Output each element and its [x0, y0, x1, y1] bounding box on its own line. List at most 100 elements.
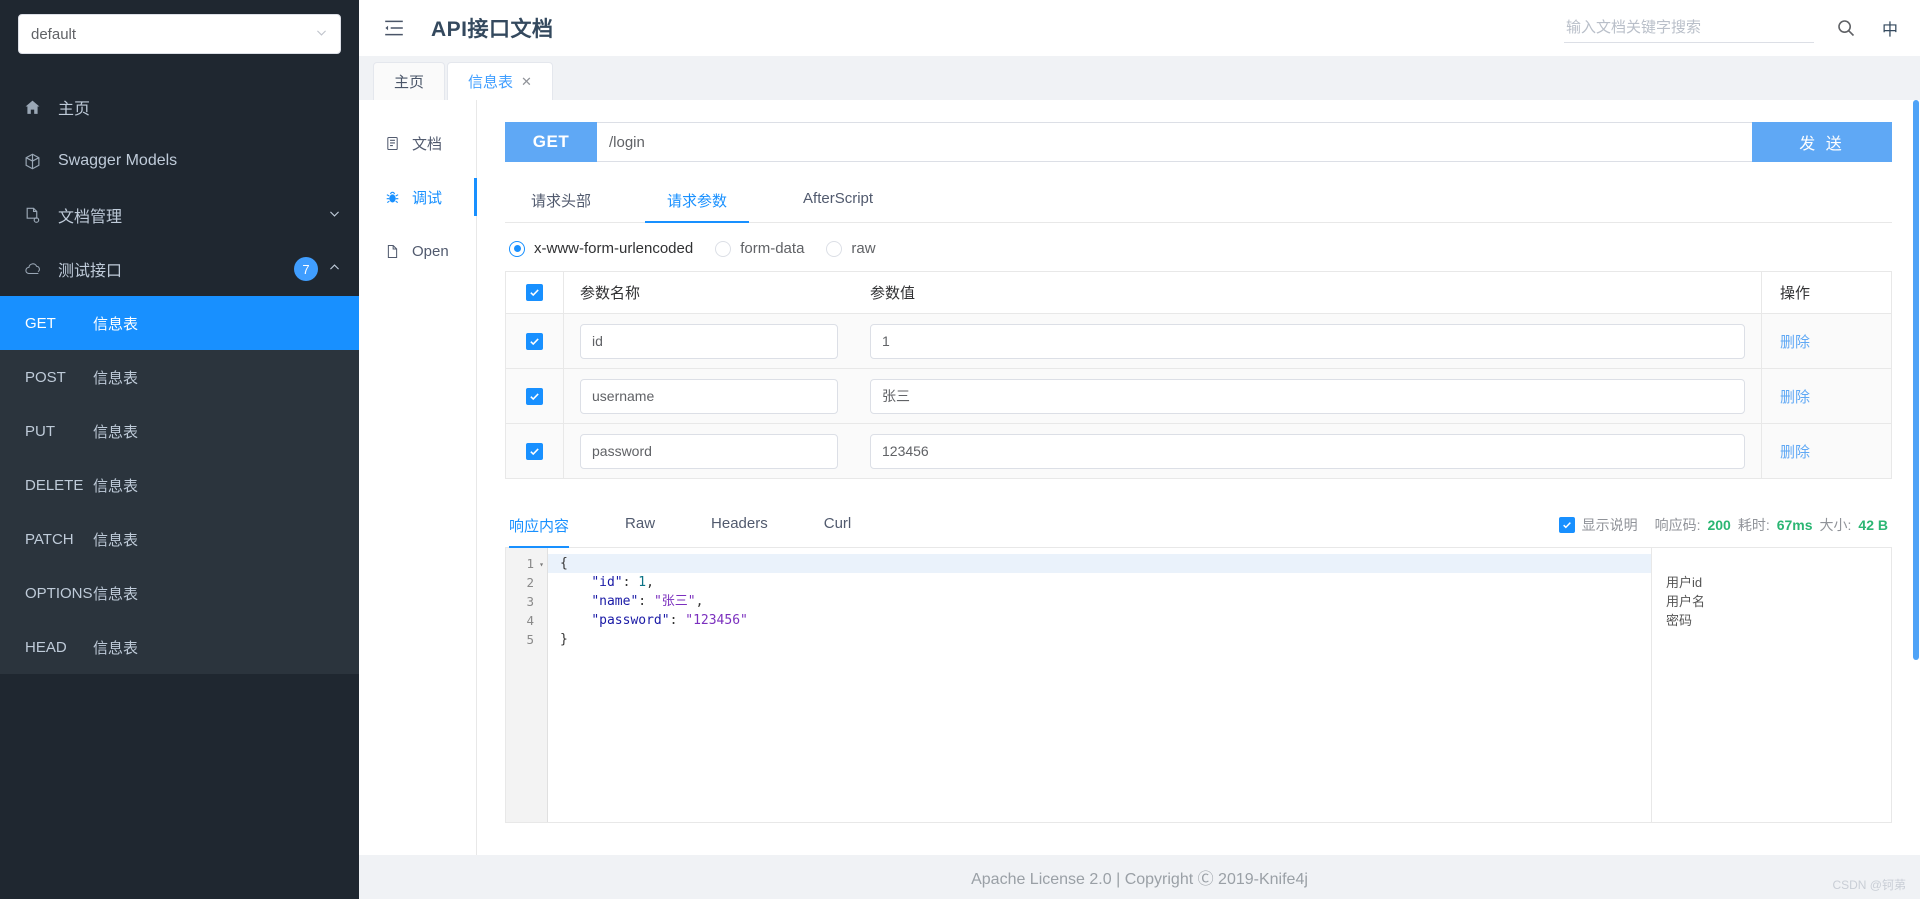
param-value-input[interactable]: [870, 378, 1745, 414]
inner-nav-item-open[interactable]: Open: [359, 224, 476, 278]
sidebar-item-home[interactable]: 主页: [0, 80, 359, 134]
close-icon[interactable]: ✕: [521, 74, 532, 90]
sidebar-item-test-api[interactable]: 测试接口 7: [0, 242, 359, 296]
sidebar-endpoint-patch[interactable]: PATCH 信息表: [0, 512, 359, 566]
page-title: API接口文档: [431, 18, 554, 41]
delete-row-button[interactable]: 删除: [1780, 331, 1810, 352]
line-number: 3: [526, 594, 534, 609]
json-value: "123456": [685, 613, 748, 628]
response-header: 响应内容 Raw Headers Curl 显示说明 响应码: 200 耗时: …: [505, 503, 1892, 548]
sidebar-endpoint-get[interactable]: GET 信息表: [0, 296, 359, 350]
param-value-input[interactable]: [870, 323, 1745, 359]
endpoint-method: PATCH: [25, 530, 74, 548]
header-cell-action: 操作: [1761, 272, 1891, 313]
tab-home[interactable]: 主页: [373, 62, 446, 100]
table-header-row: 参数名称 参数值 操作: [506, 272, 1891, 314]
tab-request-headers[interactable]: 请求头部: [509, 178, 613, 222]
request-url-input[interactable]: [597, 122, 1752, 162]
row-checkbox[interactable]: [526, 332, 543, 350]
tab-request-params[interactable]: 请求参数: [645, 178, 750, 223]
code-line: "id": 1,: [560, 573, 1651, 592]
header-label: 操作: [1780, 285, 1811, 302]
delete-row-button[interactable]: 删除: [1780, 386, 1810, 407]
endpoint-method: OPTIONS: [25, 584, 93, 602]
document-settings-icon: [24, 207, 50, 224]
sidebar-endpoint-head[interactable]: HEAD 信息表: [0, 620, 359, 674]
main-area: API接口文档 中 主页 信息表 ✕: [359, 0, 1920, 899]
line-number: 2: [526, 575, 534, 590]
select-all-checkbox[interactable]: [526, 284, 543, 301]
bug-icon: [385, 190, 403, 205]
param-name-input[interactable]: [580, 323, 838, 359]
chevron-up-icon[interactable]: [328, 261, 341, 277]
sidebar-endpoint-put[interactable]: PUT 信息表: [0, 404, 359, 458]
code-content[interactable]: { "id": 1, "name": "张三", "password": "12…: [548, 548, 1651, 822]
inner-nav-item-debug[interactable]: 调试: [359, 170, 477, 224]
fold-toggle-icon[interactable]: ▾: [539, 555, 544, 574]
footer-text: Apache License 2.0 | Copyright Ⓒ 2019-Kn…: [971, 871, 1308, 888]
radio-label: raw: [851, 240, 876, 257]
radio-form-data[interactable]: form-data: [715, 240, 804, 257]
tab-afterscript[interactable]: AfterScript: [781, 178, 895, 222]
endpoint-method: PUT: [25, 422, 55, 440]
code-line: {: [548, 554, 1651, 573]
sidebar-endpoint-post[interactable]: POST 信息表: [0, 350, 359, 404]
tab-response-body[interactable]: 响应内容: [509, 503, 570, 548]
content-panel: 文档 调试 Open GET /login 发 送 请求头部 请求参数 Afte…: [359, 100, 1920, 855]
radio-label: x-www-form-urlencoded: [534, 240, 694, 257]
row-action-cell: 删除: [1761, 314, 1891, 368]
param-name-input[interactable]: [580, 433, 838, 469]
param-name-input[interactable]: [580, 378, 838, 414]
radio-dot-icon: [826, 240, 843, 257]
radio-x-www-form-urlencoded[interactable]: x-www-form-urlencoded: [509, 240, 693, 257]
param-value-input[interactable]: [870, 433, 1745, 469]
chevron-down-icon[interactable]: [328, 207, 341, 223]
body-type-radios: x-www-form-urlencoded form-data raw: [505, 223, 1892, 271]
content-scrollbar-track[interactable]: [1913, 100, 1920, 855]
sidebar: default 主页 Swagger Models 文档管理 测试接口 7 GE…: [0, 0, 359, 899]
endpoint-name: 信息表: [93, 477, 139, 495]
json-key: "name": [591, 594, 639, 609]
delete-row-button[interactable]: 删除: [1780, 441, 1810, 462]
json-value: 1: [638, 575, 647, 590]
tab-infotable[interactable]: 信息表 ✕: [447, 62, 553, 100]
inner-nav: 文档 调试 Open: [359, 100, 477, 855]
json-trail: ,: [695, 594, 704, 609]
sidebar-item-swagger-models[interactable]: Swagger Models: [0, 134, 359, 188]
search-input[interactable]: [1563, 18, 1814, 37]
search-icon[interactable]: [1836, 18, 1856, 38]
row-checkbox[interactable]: [526, 387, 543, 405]
row-checkbox[interactable]: [526, 442, 543, 460]
endpoint-name: 信息表: [93, 315, 139, 333]
inner-nav-item-doc[interactable]: 文档: [359, 116, 476, 170]
footer: Apache License 2.0 | Copyright Ⓒ 2019-Kn…: [359, 855, 1920, 899]
group-selector[interactable]: default: [18, 14, 341, 54]
endpoint-name: 信息表: [93, 639, 139, 657]
send-button[interactable]: 发 送: [1752, 122, 1892, 162]
tab-response-raw[interactable]: Raw: [625, 503, 655, 547]
endpoint-name: 信息表: [93, 585, 139, 603]
status-badge: 7: [294, 257, 318, 281]
row-action-cell: 删除: [1761, 424, 1891, 478]
status-code-label: 响应码:: [1654, 517, 1701, 533]
tab-response-headers[interactable]: Headers: [711, 503, 768, 547]
sidebar-item-label: 测试接口: [58, 263, 123, 280]
search-box[interactable]: [1563, 13, 1814, 43]
topbar-right: 中: [1563, 13, 1920, 43]
line-number: 1 ▾: [506, 554, 547, 573]
content-scrollbar-thumb[interactable]: [1913, 104, 1919, 354]
sidebar-item-label: 文档管理: [58, 209, 123, 226]
language-toggle[interactable]: 中: [1882, 16, 1898, 40]
method-selector[interactable]: GET: [505, 122, 597, 162]
show-description-checkbox[interactable]: [1558, 517, 1575, 533]
tab-response-curl[interactable]: Curl: [824, 503, 852, 547]
code-brace: {: [560, 556, 568, 571]
sidebar-endpoint-options[interactable]: OPTIONS 信息表: [0, 566, 359, 620]
menu-fold-icon[interactable]: [381, 15, 407, 41]
swagger-icon: [24, 153, 50, 170]
sidebar-item-doc-management[interactable]: 文档管理: [0, 188, 359, 242]
json-key: "password": [591, 613, 670, 628]
sidebar-endpoint-delete[interactable]: DELETE 信息表: [0, 458, 359, 512]
params-table: 参数名称 参数值 操作 id 1 删除 username 张三 删除 passw…: [505, 271, 1892, 479]
radio-raw[interactable]: raw: [826, 240, 876, 257]
